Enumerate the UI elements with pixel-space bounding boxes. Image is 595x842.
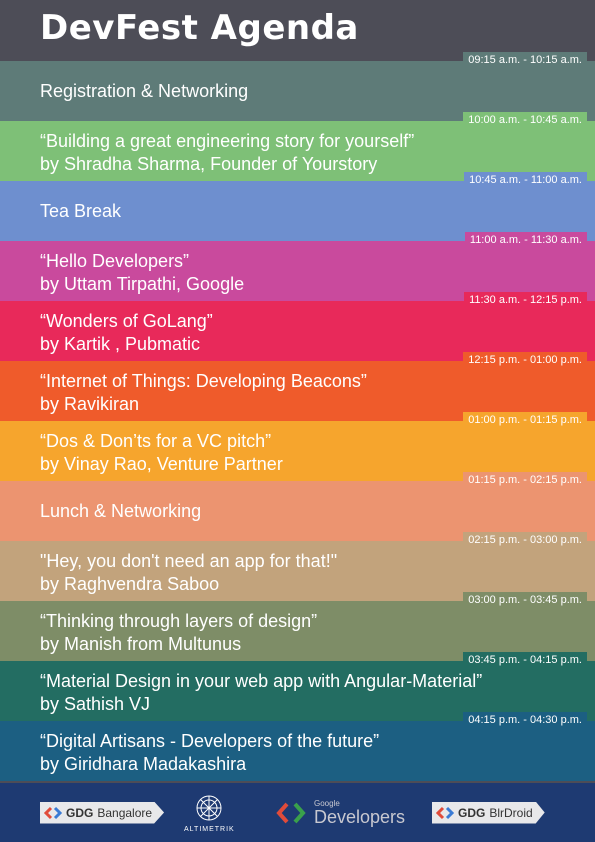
gdg-blrdroid-chevron-icon [436,806,454,820]
session-time-badge: 11:30 a.m. - 12:15 p.m. [464,292,587,308]
session-speaker: by Vinay Rao, Venture Partner [40,454,283,474]
session-speaker: by Manish from Multunus [40,634,242,654]
google-developers-logo: Google Developers [276,783,405,842]
google-developers-chevron-icon [276,802,306,823]
session-speaker: by Sathish VJ [40,694,151,714]
session-time-badge: 10:45 a.m. - 11:00 a.m. [464,172,587,188]
session-time-badge: 12:15 p.m. - 01:00 p.m. [463,352,587,368]
session-time-badge: 01:00 p.m. - 01:15 p.m. [463,412,587,428]
session-time-badge: 02:15 p.m. - 03:00 p.m. [463,532,587,548]
session-title: “Digital Artisans - Developers of the fu… [40,731,380,751]
session-speaker: by Uttam Tirpathi, Google [40,274,245,294]
session-time-badge: 11:00 a.m. - 11:30 a.m. [464,232,587,248]
session-speaker: by Ravikiran [40,394,140,414]
developers-label: Developers [314,806,406,827]
altimetrik-swirl-icon [196,795,222,820]
session-time-badge: 01:15 p.m. - 02:15 p.m. [463,472,587,488]
session-time-badge: 09:15 a.m. - 10:15 a.m. [463,52,587,68]
page-title: DevFest Agenda [40,8,359,48]
session-title: Registration & Networking [40,81,249,101]
agenda-poster: DevFest Agenda Registration & Networking… [0,0,595,842]
session-time-badge: 04:15 p.m. - 04:30 p.m. [463,712,587,728]
session-title: “Building a great engineering story for … [40,131,415,151]
session-time-badge: 10:00 a.m. - 10:45 a.m. [463,112,587,128]
gdg-bangalore-logo: GDG Bangalore [40,783,165,842]
session-speaker: by Raghvendra Saboo [40,574,220,594]
session-title: Tea Break [40,201,122,221]
session-title: “Wonders of GoLang” [40,311,213,331]
session-title: “Hello Developers” [40,251,190,271]
session-title: “Material Design in your web app with An… [40,671,483,691]
session-title: "Hey, you don't need an app for that!" [40,551,338,571]
sponsor-footer: GDG Bangalore ALTIMETRIK Google Develope… [0,783,595,842]
gdg-blrdroid-logo: GDG BlrDroid [432,783,545,842]
session-title: “Internet of Things: Developing Beacons” [40,371,367,391]
gdg-blrdroid-prefix: GDG [458,805,486,820]
session-band: “Digital Artisans - Developers of the fu… [0,721,595,781]
session-time-badge: 03:45 p.m. - 04:15 p.m. [463,652,587,668]
session-speaker: by Shradha Sharma, Founder of Yourstory [40,154,378,174]
gdg-blrdroid-name: BlrDroid [489,805,533,820]
altimetrik-label: ALTIMETRIK [184,825,235,833]
gdg-chevron-icon [44,806,62,820]
session-title: Lunch & Networking [40,501,202,521]
session-time-badge: 03:00 p.m. - 03:45 p.m. [463,592,587,608]
altimetrik-logo: ALTIMETRIK [184,783,235,842]
session-title: “Dos & Don’ts for a VC pitch” [40,431,272,451]
gdg-bangalore-name: Bangalore [97,805,153,820]
session-speaker: by Giridhara Madakashira [40,754,247,774]
session-speaker: by Kartik , Pubmatic [40,334,201,354]
session-title: “Thinking through layers of design” [40,611,318,631]
gdg-bangalore-prefix: GDG [66,805,94,820]
